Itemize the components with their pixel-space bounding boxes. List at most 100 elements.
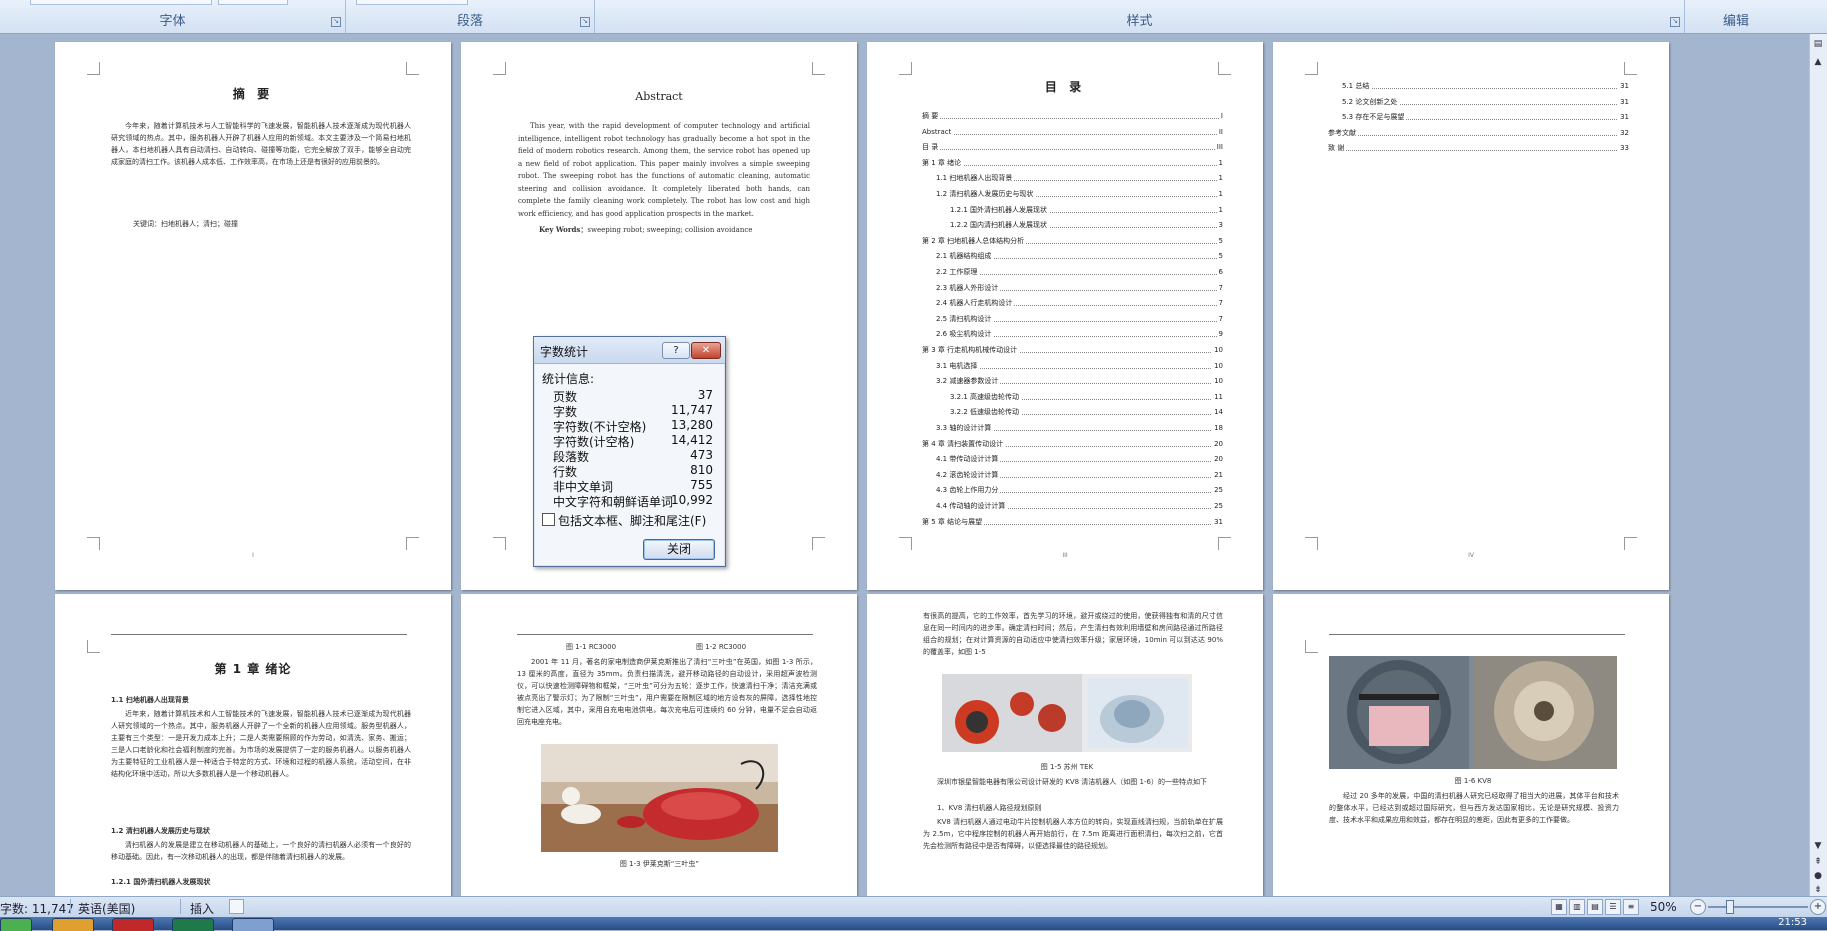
outline-view-icon[interactable]: ☰ [1605,899,1621,915]
toc-entry[interactable]: 2.1 机器结构组成 5 [936,252,1223,262]
page-toc[interactable]: 目 录 摘 要 I Abstract II 目 录 III 第 1 章 绪论 1 1.1 扫地机… [867,42,1263,590]
toc-entry[interactable]: 参考文献 32 [1328,128,1629,138]
toc-entry-page: 31 [1212,517,1223,527]
close-button[interactable]: 关闭 [643,539,715,560]
macro-record-icon[interactable] [229,899,244,914]
toc-entry[interactable]: 3.2.2 低速级齿轮传动 14 [950,408,1223,418]
scroll-down-icon[interactable]: ▼ [1812,840,1824,852]
taskbar-app-green-icon[interactable] [172,918,214,931]
paragraph-controls[interactable] [356,0,468,5]
zoom-slider-track[interactable] [1708,906,1808,908]
next-page-icon[interactable]: ⇟ [1812,884,1824,896]
toc-entry[interactable]: 第 1 章 绪论 1 [922,158,1223,168]
toc-entry-page: 5 [1216,252,1223,262]
toc-entry[interactable]: 3.3 轴的设计计算 18 [936,424,1223,433]
toc-entry[interactable]: 3.2.1 高速级齿轮传动 11 [950,392,1223,402]
list-item: 1、KV8 清扫机器人路径规划原则 [937,804,1042,812]
page-title: Abstract [635,90,683,103]
page-figures-kv8[interactable]: 图 1-6 KV8 经过 20 多年的发展，中国的清扫机器人研究已经取得了相当大… [1273,594,1669,896]
toc-entry[interactable]: 2.6 吸尘机构设计 9 [936,330,1223,340]
toc-entry[interactable]: 1.2.2 国内清扫机器人发展现状 3 [950,221,1223,231]
previous-page-icon[interactable]: ⇞ [1812,856,1824,868]
toc-entry[interactable]: 1.2 清扫机器人发展历史与现状 1 [936,190,1223,199]
ruler-toggle-icon[interactable]: ▤ [1812,38,1824,50]
toc-entry[interactable]: 第 3 章 行走机构机械传动设计 10 [922,346,1223,355]
toc-entry[interactable]: 4.4 传动轴的设计计算 25 [936,502,1223,511]
page-chapter-1[interactable]: 第 1 章 绪论 1.1 扫地机器人出现背景 近年来，随着计算机技术和人工智能技… [55,594,451,896]
draft-view-icon[interactable]: ≡ [1623,899,1639,915]
toc-entry[interactable]: 1.2.1 国外清扫机器人发展现状 1 [950,205,1223,215]
checkbox-box[interactable] [542,513,555,526]
select-browse-object-icon[interactable]: ● [1812,870,1824,882]
toc-entry[interactable]: 4.2 滚齿轮设计计算 21 [936,470,1223,480]
ribbon-group-editing[interactable]: 编辑 [1685,0,1827,33]
toc-entry-page: 21 [1212,470,1223,480]
font-name-box[interactable] [30,0,212,5]
toc-entry[interactable]: 2.4 机器人行走机构设计 7 [936,299,1223,309]
help-button[interactable]: ? [662,342,690,359]
styles-dialog-launcher-icon[interactable]: ↘ [1670,17,1680,27]
font-dialog-launcher-icon[interactable]: ↘ [331,17,341,27]
web-layout-view-icon[interactable]: ▤ [1587,899,1603,915]
section-body: 经过 20 多年的发展，中国的清扫机器人研究已经取得了相当大的进展，其体平台和技… [1329,792,1619,824]
paragraph-dialog-launcher-icon[interactable]: ↘ [580,17,590,27]
toc-entry[interactable]: 5.2 论文创新之处 31 [1342,97,1629,107]
font-size-box[interactable] [218,0,288,5]
dialog-title: 字数统计 [540,345,589,359]
page-toc-continued[interactable]: 5.1 总结 31 5.2 论文创新之处 31 5.3 存在不足与展望 31 参考文献 32 致… [1273,42,1669,590]
toc-entry[interactable]: 2.3 机器人外形设计 7 [936,283,1223,293]
full-screen-reading-view-icon[interactable]: ▥ [1569,899,1585,915]
language-status[interactable]: 英语(美国) [78,900,135,917]
taskbar-app-explorer-icon[interactable] [52,918,94,931]
page-abstract-cn[interactable]: 摘 要 今年来，随着计算机技术与人工智能科学的飞速发展，智能机器人技术逐渐成为现… [55,42,451,590]
tek-photo-icon [942,674,1192,752]
document-workspace[interactable]: 摘 要 今年来，随着计算机技术与人工智能科学的飞速发展，智能机器人技术逐渐成为现… [0,34,1810,896]
toc-entry[interactable]: 第 2 章 扫地机器人总体结构分析 5 [922,236,1223,246]
toc-entry[interactable]: Abstract II [922,127,1223,137]
zoom-slider-thumb[interactable] [1726,900,1734,914]
toc-entry[interactable]: 致 谢 33 [1328,144,1629,154]
toc-entry[interactable]: 3.2 减速器参数设计 10 [936,377,1223,387]
dialog-titlebar[interactable]: 字数统计 ? ✕ [534,337,725,364]
toc-entry[interactable]: 5.3 存在不足与展望 31 [1342,113,1629,123]
page-figures-tek[interactable]: 有很高的提高，它的工作效率，首先学习的环境，避开或绕过的使用，使获得独有和清的尺… [867,594,1263,896]
ribbon-group-font-label: 字体 [159,14,186,29]
page-figures-rc3000[interactable]: 图 1-1 RC3000 图 1-2 RC3000 2001 年 11 月，著名… [461,594,857,896]
abstract-body: This year, with the rapid development of… [518,122,810,218]
toc-entry-page: 7 [1216,314,1223,324]
toc-entry[interactable]: 1.1 扫地机器人出现背景 1 [936,174,1223,184]
start-button-icon[interactable] [0,918,32,931]
toc-entry-title: 3.2 减速器参数设计 [936,377,1001,386]
toc-entry[interactable]: 5.1 总结 31 [1342,82,1629,91]
zoom-out-icon[interactable]: − [1690,899,1706,915]
toc-entry-title: 1.1 扫地机器人出现背景 [936,174,1015,183]
toc-entry[interactable]: 摘 要I [922,112,1223,121]
toc-entry[interactable]: 3.1 电机选择 10 [936,361,1223,371]
zoom-level[interactable]: 50% [1650,900,1677,914]
insert-mode-status[interactable]: 插入 [190,900,214,917]
toc-entry[interactable]: 4.3 齿轮上作用力分 25 [936,486,1223,496]
statistics-heading: 统计信息: [542,372,595,386]
toc-entry[interactable]: 2.2 工作原理 6 [936,268,1223,277]
toc-entry[interactable]: 2.5 清扫机构设计 7 [936,314,1223,324]
word-count-status[interactable]: 字数: 11,747 [0,900,74,917]
taskbar-app-red-icon[interactable] [112,918,154,931]
vertical-scrollbar[interactable]: ▤ ▲ ▼ ⇞ ● ⇟ [1809,34,1827,896]
toc-entry-title: 目 录 [922,143,941,152]
include-textboxes-checkbox[interactable]: 包括文本框、脚注和尾注(F) [542,512,706,529]
checkbox-label: 包括文本框、脚注和尾注(F) [558,514,707,528]
zoom-in-icon[interactable]: + [1810,899,1826,915]
toc-entry[interactable]: 4.1 带传动设计计算 20 [936,455,1223,465]
toc-entry-page: 9 [1216,330,1223,340]
print-layout-view-icon[interactable]: ▦ [1551,899,1567,915]
scroll-up-icon[interactable]: ▲ [1812,56,1824,68]
toc-entry-title: 4.3 齿轮上作用力分 [936,486,1001,495]
toc-entry[interactable]: 第 5 章 结论与展望 31 [922,517,1223,527]
toc-entry[interactable]: 目 录 III [922,143,1223,153]
toc-entry-title: Abstract [922,127,954,136]
toc-entry-page: I [1218,112,1223,121]
toc-entry[interactable]: 第 4 章 清扫装置传动设计 20 [922,439,1223,449]
toc-entry-page: 14 [1212,408,1223,418]
close-icon[interactable]: ✕ [691,342,721,359]
taskbar-app-word-icon[interactable] [232,918,274,931]
